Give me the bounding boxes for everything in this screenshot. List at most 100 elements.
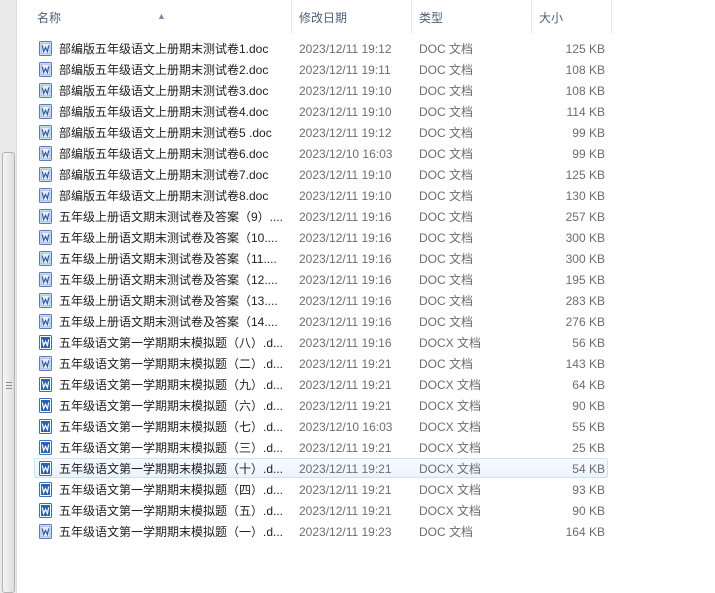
file-type: DOC 文档	[419, 42, 474, 56]
file-size: 257 KB	[565, 210, 605, 224]
file-row[interactable]: 五年级语文第一学期期末模拟题（七）.d... 2023/12/10 16:03 DO…	[34, 416, 608, 436]
file-row[interactable]: 部编版五年级语文上册期末测试卷1.doc 2023/12/11 19:12 DOC …	[34, 38, 608, 58]
column-header-name-label: 名称	[37, 11, 62, 25]
doc-file-icon	[39, 62, 52, 77]
file-row[interactable]: 部编版五年级语文上册期末测试卷6.doc 2023/12/10 16:03 DOC …	[34, 143, 608, 163]
file-size: 114 KB	[566, 105, 605, 119]
file-modified-date: 2023/12/11 19:21	[299, 483, 392, 497]
file-name: 部编版五年级语文上册期末测试卷5 .doc	[59, 126, 272, 140]
file-row[interactable]: 五年级语文第一学期期末模拟题（六）.d... 2023/12/11 19:21 DO…	[34, 395, 608, 415]
grip-line	[6, 385, 12, 386]
file-type: DOCX 文档	[419, 504, 482, 518]
file-size: 90 KB	[572, 504, 605, 518]
file-row[interactable]: 五年级上册语文期末测试卷及答案（11.... 2023/12/11 19:16 DO…	[34, 248, 608, 268]
file-row[interactable]: 五年级语文第一学期期末模拟题（五）.d... 2023/12/11 19:21 DO…	[34, 500, 608, 520]
doc-file-icon	[39, 146, 52, 161]
file-row[interactable]: 五年级语文第一学期期末模拟题（八）.d... 2023/12/11 19:16 DO…	[34, 332, 608, 352]
file-row[interactable]: 五年级语文第一学期期末模拟题（九）.d... 2023/12/11 19:21 DO…	[34, 374, 608, 394]
file-modified-date: 2023/12/11 19:21	[299, 399, 392, 413]
file-modified-date: 2023/12/11 19:12	[299, 126, 392, 140]
file-modified-date: 2023/12/11 19:16	[299, 252, 392, 266]
docx-file-icon	[39, 503, 52, 518]
file-size: 143 KB	[565, 357, 605, 371]
file-row[interactable]: 五年级语文第一学期期末模拟题（二）.d... 2023/12/11 19:21 DO…	[34, 353, 608, 373]
vertical-scrollbar[interactable]	[0, 0, 17, 593]
file-name: 五年级上册语文期末测试卷及答案（11....	[59, 252, 277, 266]
file-modified-date: 2023/12/11 19:10	[299, 189, 392, 203]
doc-file-icon	[39, 83, 52, 98]
file-size: 55 KB	[572, 420, 605, 434]
doc-file-icon	[39, 41, 52, 56]
file-size: 300 KB	[565, 252, 605, 266]
file-modified-date: 2023/12/11 19:10	[299, 168, 392, 182]
column-header-type[interactable]: 类型	[412, 0, 532, 34]
docx-file-icon	[39, 440, 52, 455]
file-row[interactable]: 五年级上册语文期末测试卷及答案（12.... 2023/12/11 19:16 DO…	[34, 269, 608, 289]
file-size: 99 KB	[572, 126, 605, 140]
file-row[interactable]: 五年级语文第一学期期末模拟题（四）.d... 2023/12/11 19:21 DO…	[34, 479, 608, 499]
file-row[interactable]: 部编版五年级语文上册期末测试卷2.doc 2023/12/11 19:11 DOC …	[34, 59, 608, 79]
file-type: DOC 文档	[419, 126, 474, 140]
column-header-date[interactable]: 修改日期	[292, 0, 412, 34]
file-row[interactable]: 五年级上册语文期末测试卷及答案（9）.... 2023/12/11 19:16 DO…	[34, 206, 608, 226]
file-row[interactable]: 部编版五年级语文上册期末测试卷5 .doc 2023/12/11 19:12 DOC…	[34, 122, 608, 142]
file-name: 五年级上册语文期末测试卷及答案（14....	[59, 315, 278, 329]
scrollbar-thumb[interactable]	[2, 152, 15, 593]
file-size: 25 KB	[572, 441, 605, 455]
file-size: 125 KB	[565, 42, 605, 56]
file-type: DOC 文档	[419, 315, 474, 329]
file-type: DOCX 文档	[419, 420, 482, 434]
doc-file-icon	[39, 314, 52, 329]
file-type: DOC 文档	[419, 168, 474, 182]
file-type: DOC 文档	[419, 147, 474, 161]
file-row[interactable]: 五年级语文第一学期期末模拟题（十）.d... 2023/12/11 19:21 DO…	[34, 458, 608, 478]
file-name: 五年级语文第一学期期末模拟题（一）.d...	[59, 525, 284, 539]
file-size: 300 KB	[565, 231, 605, 245]
file-name: 五年级语文第一学期期末模拟题（四）.d...	[59, 483, 284, 497]
sort-ascending-icon: ▲	[157, 11, 166, 21]
file-modified-date: 2023/12/10 16:03	[299, 420, 393, 434]
doc-file-icon	[39, 209, 52, 224]
file-size: 283 KB	[565, 294, 605, 308]
file-type: DOC 文档	[419, 525, 474, 539]
file-size: 54 KB	[572, 462, 605, 476]
file-type: DOC 文档	[419, 189, 474, 203]
file-size: 56 KB	[572, 336, 605, 350]
file-size: 93 KB	[572, 483, 605, 497]
file-row[interactable]: 五年级上册语文期末测试卷及答案（14.... 2023/12/11 19:16 DO…	[34, 311, 608, 331]
file-modified-date: 2023/12/11 19:16	[299, 231, 392, 245]
file-name: 五年级语文第一学期期末模拟题（六）.d...	[59, 399, 284, 413]
file-row[interactable]: 五年级上册语文期末测试卷及答案（10.... 2023/12/11 19:16 DO…	[34, 227, 608, 247]
file-name: 部编版五年级语文上册期末测试卷3.doc	[59, 84, 269, 98]
file-size: 276 KB	[565, 315, 605, 329]
file-row[interactable]: 部编版五年级语文上册期末测试卷3.doc 2023/12/11 19:10 DOC …	[34, 80, 608, 100]
file-type: DOC 文档	[419, 231, 474, 245]
doc-file-icon	[39, 230, 52, 245]
file-row[interactable]: 五年级上册语文期末测试卷及答案（13.... 2023/12/11 19:16 DO…	[34, 290, 608, 310]
file-row[interactable]: 五年级语文第一学期期末模拟题（三）.d... 2023/12/11 19:21 DO…	[34, 437, 608, 457]
file-modified-date: 2023/12/11 19:23	[299, 525, 392, 539]
column-header-bar: 名称 ▲ 修改日期 类型 大小	[17, 0, 715, 34]
file-row[interactable]: 五年级语文第一学期期末模拟题（一）.d... 2023/12/11 19:23 DO…	[34, 521, 608, 541]
file-type: DOC 文档	[419, 357, 474, 371]
file-row[interactable]: 部编版五年级语文上册期末测试卷8.doc 2023/12/11 19:10 DOC …	[34, 185, 608, 205]
doc-file-icon	[39, 293, 52, 308]
file-name: 五年级上册语文期末测试卷及答案（10....	[59, 231, 278, 245]
column-header-name[interactable]: 名称 ▲	[17, 0, 292, 34]
file-type: DOCX 文档	[419, 462, 482, 476]
file-modified-date: 2023/12/11 19:11	[299, 63, 391, 77]
file-name: 五年级语文第一学期期末模拟题（五）.d...	[59, 504, 284, 518]
file-size: 108 KB	[565, 63, 605, 77]
file-size: 125 KB	[565, 168, 605, 182]
file-row[interactable]: 部编版五年级语文上册期末测试卷4.doc 2023/12/11 19:10 DOC …	[34, 101, 608, 121]
doc-file-icon	[39, 356, 52, 371]
doc-file-icon	[39, 251, 52, 266]
file-row[interactable]: 部编版五年级语文上册期末测试卷7.doc 2023/12/11 19:10 DOC …	[34, 164, 608, 184]
file-modified-date: 2023/12/10 16:03	[299, 147, 393, 161]
file-size: 130 KB	[565, 189, 605, 203]
file-type: DOCX 文档	[419, 441, 482, 455]
docx-file-icon	[39, 482, 52, 497]
column-header-size[interactable]: 大小	[532, 0, 612, 34]
file-size: 99 KB	[572, 147, 605, 161]
file-name: 五年级上册语文期末测试卷及答案（13....	[59, 294, 278, 308]
